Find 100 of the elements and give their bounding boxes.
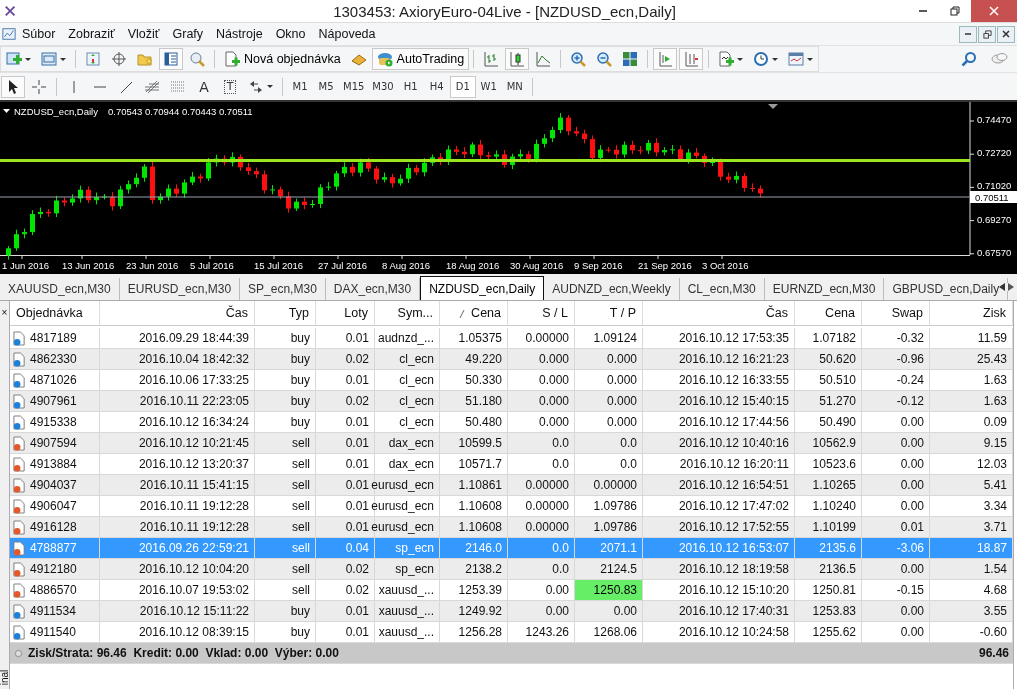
type-cell: sell bbox=[255, 538, 316, 558]
terminal-window-button[interactable] bbox=[159, 48, 183, 70]
price-cell: 50.490 bbox=[795, 412, 862, 432]
price-axis-label: 0.69270 bbox=[977, 213, 1012, 225]
dropdown-triangle-icon[interactable] bbox=[3, 109, 10, 113]
chat-icon[interactable] bbox=[989, 51, 1009, 67]
profit-cell: -0.60 bbox=[930, 622, 1013, 642]
column-header[interactable]: Čas bbox=[643, 301, 795, 325]
menu-item[interactable]: Grafy bbox=[172, 27, 204, 41]
restore-button[interactable] bbox=[978, 25, 996, 43]
candle bbox=[478, 139, 483, 160]
order-row[interactable]: 4862330 2016.10.04 18:42:32 buy 0.02 cl_ecn 49.220 0.000 0.000 2016.10.12 16:21:23 50.620 -0.96 25.43 bbox=[10, 349, 1013, 370]
order-row[interactable]: 4904037 2016.10.11 15:41:15 sell 0.01 eurusd_ecn 1.10861 0.00000 0.00000 2016.10.12 16:54:51 1.10265 0.00 5.41 bbox=[10, 475, 1013, 496]
date-axis-label: 8 Aug 2016 bbox=[382, 260, 431, 271]
take-profit-cell: 0.00000 bbox=[575, 475, 643, 495]
candle bbox=[542, 133, 547, 149]
menu-item[interactable]: Súbor bbox=[22, 27, 56, 41]
stop-loss-cell: 0.00 bbox=[508, 601, 575, 621]
profit-cell: 3.55 bbox=[930, 601, 1013, 621]
order-row[interactable]: 4907594 2016.10.12 10:21:45 sell 0.01 dax_ecn 10599.5 0.0 0.0 2016.10.12 10:40:16 10562.9 0.00 9.15 bbox=[10, 433, 1013, 454]
menu-item[interactable]: Nástroje bbox=[216, 27, 263, 41]
candle bbox=[606, 146, 611, 154]
close-button[interactable] bbox=[997, 25, 1015, 43]
text-tool-button[interactable]: A bbox=[192, 75, 216, 98]
menu-item[interactable]: Zobraziť bbox=[68, 27, 115, 41]
type-cell: buy bbox=[255, 601, 316, 621]
search-icon[interactable] bbox=[961, 51, 977, 67]
timeframe-button[interactable]: H1 bbox=[397, 75, 424, 98]
minimize-button[interactable] bbox=[959, 25, 977, 43]
timeframe-button[interactable]: D1 bbox=[449, 75, 476, 98]
order-number: 4886570 bbox=[30, 583, 77, 597]
chart-shift-marker-icon[interactable] bbox=[768, 104, 778, 109]
candle bbox=[318, 183, 323, 209]
menu-item[interactable]: Okno bbox=[275, 27, 306, 41]
autoscroll-button[interactable] bbox=[653, 48, 678, 70]
candle bbox=[470, 141, 475, 158]
profit-cell: 11.59 bbox=[930, 328, 1013, 348]
timeframe-button[interactable]: M5 bbox=[313, 75, 339, 98]
column-header[interactable]: Čas bbox=[100, 301, 255, 325]
type-cell: buy bbox=[255, 370, 316, 390]
time-cell: 2016.09.26 22:59:21 bbox=[100, 538, 255, 558]
profit-cell: 1.54 bbox=[930, 559, 1013, 579]
menu-item[interactable]: Vložiť bbox=[127, 27, 160, 41]
cursor-button[interactable] bbox=[1, 75, 25, 98]
order-row[interactable]: 4916128 2016.10.11 19:12:28 sell 0.01 eurusd_ecn 1.10608 0.00000 1.09786 2016.10.12 17:52:55 1.10199 0.01 3.71 bbox=[10, 517, 1013, 538]
candle bbox=[406, 163, 411, 184]
profit-cell: 0.09 bbox=[930, 412, 1013, 432]
order-row[interactable]: 4907961 2016.10.11 22:23:05 buy 0.02 cl_ecn 51.180 0.000 0.000 2016.10.12 15:40:15 51.270 -0.12 1.63 bbox=[10, 391, 1013, 412]
chart-tab[interactable]: NZDUSD_ecn,Daily bbox=[420, 276, 545, 300]
order-row[interactable]: 4911534 2016.10.12 15:11:22 buy 0.01 xauusd_... 1249.92 0.00 0.00 2016.10.12 17:40:31 1253.83 0.00 3.55 bbox=[10, 601, 1013, 622]
column-header[interactable]: Sym... bbox=[375, 301, 440, 325]
column-header[interactable]: Loty bbox=[316, 301, 375, 325]
autotrading-button[interactable]: AutoTrading bbox=[371, 48, 470, 70]
timeframe-button[interactable]: MN bbox=[501, 75, 528, 98]
timeframe-button[interactable]: M15 bbox=[339, 75, 369, 98]
column-header[interactable]: Cena bbox=[440, 301, 508, 325]
stop-loss-cell: 0.00000 bbox=[508, 475, 575, 495]
column-header[interactable]: Typ bbox=[255, 301, 316, 325]
date-axis-label: 30 Aug 2016 bbox=[510, 260, 564, 271]
text-label-button[interactable]: T bbox=[218, 75, 242, 98]
column-header[interactable]: Objednávka bbox=[10, 301, 100, 325]
time-cell: 2016.10.04 18:42:32 bbox=[100, 349, 255, 369]
close-button[interactable]: × bbox=[1, 307, 8, 319]
price-axis-label: 0.71020 bbox=[977, 180, 1012, 192]
caret-icon bbox=[807, 57, 814, 61]
take-profit-cell: 2124.5 bbox=[575, 559, 643, 579]
timeframe-button[interactable]: W1 bbox=[475, 75, 502, 98]
template-icon bbox=[788, 51, 805, 67]
column-header[interactable]: Zisk bbox=[930, 301, 1013, 325]
column-header[interactable]: S / L bbox=[508, 301, 575, 325]
candle bbox=[286, 191, 291, 214]
order-row[interactable]: 4912180 2016.10.12 10:04:20 sell 0.02 sp_ecn 2138.2 0.0 2124.5 2016.10.12 18:19:58 2136.5 0.00 1.54 bbox=[10, 559, 1013, 580]
time-cell: 2016.10.12 10:24:58 bbox=[643, 622, 795, 642]
time-cell: 2016.10.12 10:21:45 bbox=[100, 433, 255, 453]
timeframe-button[interactable]: H4 bbox=[423, 75, 450, 98]
swap-cell: -0.96 bbox=[862, 349, 930, 369]
price-cell: 1253.83 bbox=[795, 601, 862, 621]
column-header[interactable]: Cena bbox=[795, 301, 862, 325]
fibonacci-icon bbox=[144, 78, 160, 95]
menu-item[interactable]: Nápoveda bbox=[318, 27, 376, 41]
new-order-button[interactable]: Nová objednávka bbox=[219, 48, 346, 70]
date-axis-label: 23 Jun 2016 bbox=[126, 260, 179, 271]
chart-panel[interactable] bbox=[0, 102, 1017, 274]
candle bbox=[310, 199, 315, 209]
lots-cell: 0.01 bbox=[316, 454, 375, 474]
column-header[interactable]: T / P bbox=[575, 301, 643, 325]
candlestick-button[interactable] bbox=[505, 48, 530, 70]
stop-loss-cell: 1243.26 bbox=[508, 622, 575, 642]
candle bbox=[86, 185, 91, 204]
column-header[interactable]: Swap bbox=[862, 301, 930, 325]
price-cell: 1.10199 bbox=[795, 517, 862, 537]
order-number: 4871026 bbox=[30, 373, 77, 387]
chart-shift-button[interactable] bbox=[679, 48, 704, 70]
timeframe-button[interactable]: M30 bbox=[368, 75, 398, 98]
chart-title: NZDUSD_ecn,Daily bbox=[14, 106, 98, 117]
timeframe-button[interactable]: M1 bbox=[287, 75, 313, 98]
scroll-left-icon[interactable] bbox=[999, 283, 1005, 291]
restore-icon bbox=[950, 6, 960, 16]
stop-loss-cell: 0.0 bbox=[508, 538, 575, 558]
chart-window-icon[interactable] bbox=[2, 27, 16, 41]
